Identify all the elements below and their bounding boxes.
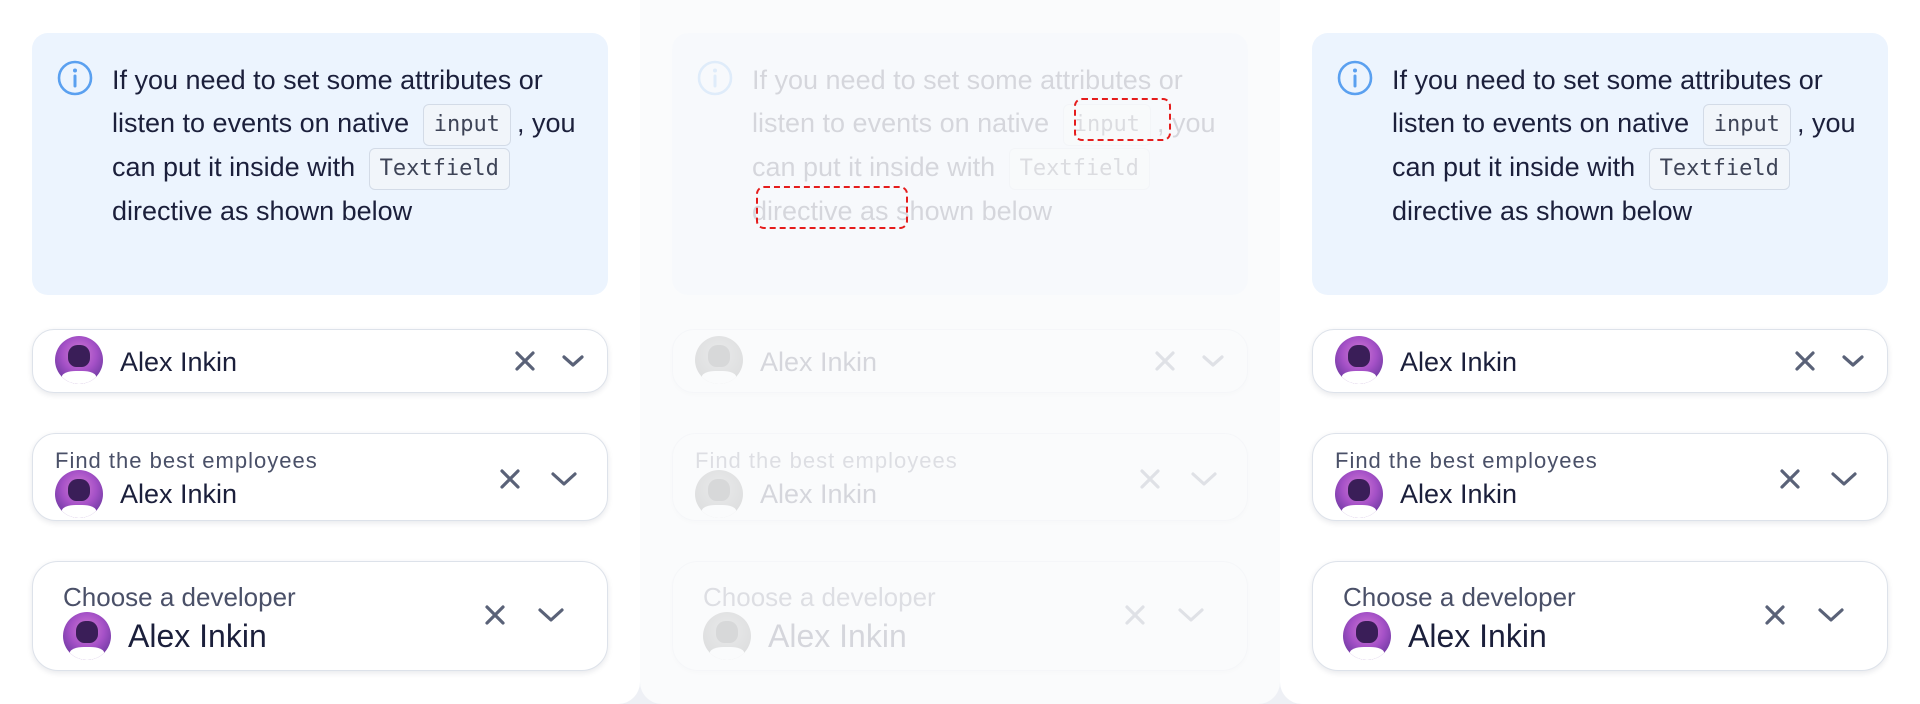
panel-right: If you need to set some attributes or li… bbox=[1280, 0, 1920, 704]
notice-text: If you need to set some attributes or li… bbox=[1392, 59, 1872, 233]
chevron-down-icon bbox=[1191, 472, 1217, 486]
select-field-basic: Alex Inkin bbox=[672, 329, 1248, 393]
info-notice: If you need to set some attributes or li… bbox=[1312, 33, 1888, 295]
select-value: Alex Inkin bbox=[1400, 479, 1518, 509]
dropdown-button[interactable] bbox=[546, 461, 582, 497]
clear-button[interactable] bbox=[1772, 461, 1808, 497]
notice-line-end: directive as shown below bbox=[1392, 196, 1693, 226]
chevron-down-icon bbox=[1818, 608, 1844, 622]
select-value: Alex Inkin bbox=[1408, 618, 1547, 654]
dropdown-button[interactable] bbox=[1835, 343, 1871, 379]
code-input: input bbox=[422, 104, 511, 146]
select-value: Alex Inkin bbox=[120, 479, 238, 509]
dropdown-button bbox=[1195, 343, 1231, 379]
code-textfield: Textfield bbox=[1648, 148, 1790, 190]
select-value: Alex Inkin bbox=[760, 479, 878, 509]
avatar bbox=[703, 612, 751, 660]
info-notice: If you need to set some attributes or li… bbox=[32, 33, 608, 295]
select-value: Alex Inkin bbox=[768, 618, 907, 654]
chevron-down-icon bbox=[1831, 472, 1857, 486]
close-icon bbox=[500, 469, 520, 489]
code-textfield: Textfield bbox=[1008, 148, 1150, 190]
avatar bbox=[55, 470, 103, 518]
avatar bbox=[695, 336, 743, 384]
select-field-labeled-small: Find the best employees Alex Inkin bbox=[672, 433, 1248, 521]
avatar bbox=[695, 470, 743, 518]
error-outline-textfield bbox=[756, 186, 908, 229]
select-field-labeled-large[interactable]: Choose a developer Alex Inkin bbox=[1312, 561, 1888, 671]
select-field-labeled-large: Choose a developer Alex Inkin bbox=[672, 561, 1248, 671]
clear-button bbox=[1132, 461, 1168, 497]
info-icon bbox=[1337, 60, 1373, 96]
select-field-labeled-large[interactable]: Choose a developer Alex Inkin bbox=[32, 561, 608, 671]
chevron-down-icon bbox=[538, 608, 564, 622]
dropdown-button[interactable] bbox=[533, 597, 569, 633]
avatar bbox=[63, 612, 111, 660]
field-label: Find the best employees bbox=[55, 448, 318, 473]
select-value: Alex Inkin bbox=[760, 347, 878, 377]
close-icon bbox=[1780, 469, 1800, 489]
avatar bbox=[1335, 470, 1383, 518]
close-icon bbox=[1140, 469, 1160, 489]
select-value: Alex Inkin bbox=[120, 347, 238, 377]
dropdown-button bbox=[1186, 461, 1222, 497]
avatar bbox=[55, 336, 103, 384]
panel-middle-disabled: If you need to set some attributes or li… bbox=[640, 0, 1280, 704]
notice-line-end: directive as shown below bbox=[112, 196, 413, 226]
field-label: Choose a developer bbox=[703, 582, 936, 612]
close-icon bbox=[1765, 605, 1785, 625]
clear-button[interactable] bbox=[492, 461, 528, 497]
close-icon bbox=[1125, 605, 1145, 625]
info-icon bbox=[57, 60, 93, 96]
code-textfield: Textfield bbox=[368, 148, 510, 190]
dropdown-button[interactable] bbox=[555, 343, 591, 379]
clear-button[interactable] bbox=[1757, 597, 1793, 633]
error-outline-input bbox=[1074, 98, 1171, 141]
close-icon bbox=[1795, 351, 1815, 371]
close-icon bbox=[485, 605, 505, 625]
chevron-down-icon bbox=[1202, 355, 1224, 367]
close-icon bbox=[515, 351, 535, 371]
panel-left: If you need to set some attributes or li… bbox=[0, 0, 640, 704]
dropdown-button[interactable] bbox=[1813, 597, 1849, 633]
info-notice: If you need to set some attributes or li… bbox=[672, 33, 1248, 295]
clear-button bbox=[1147, 343, 1183, 379]
field-label: Find the best employees bbox=[1335, 448, 1598, 473]
field-label: Choose a developer bbox=[63, 582, 296, 612]
chevron-down-icon bbox=[1178, 608, 1204, 622]
chevron-down-icon bbox=[562, 355, 584, 367]
code-input: input bbox=[1702, 104, 1791, 146]
dropdown-button bbox=[1173, 597, 1209, 633]
dropdown-button[interactable] bbox=[1826, 461, 1862, 497]
avatar bbox=[1335, 336, 1383, 384]
chevron-down-icon bbox=[1842, 355, 1864, 367]
chevron-down-icon bbox=[551, 472, 577, 486]
info-icon bbox=[697, 60, 733, 96]
clear-button[interactable] bbox=[507, 343, 543, 379]
select-field-labeled-small[interactable]: Find the best employees Alex Inkin bbox=[32, 433, 608, 521]
clear-button[interactable] bbox=[1787, 343, 1823, 379]
select-field-basic[interactable]: Alex Inkin bbox=[32, 329, 608, 393]
avatar bbox=[1343, 612, 1391, 660]
field-label: Find the best employees bbox=[695, 448, 958, 473]
close-icon bbox=[1155, 351, 1175, 371]
select-value: Alex Inkin bbox=[128, 618, 267, 654]
clear-button[interactable] bbox=[477, 597, 513, 633]
select-value: Alex Inkin bbox=[1400, 347, 1518, 377]
clear-button bbox=[1117, 597, 1153, 633]
select-field-basic[interactable]: Alex Inkin bbox=[1312, 329, 1888, 393]
select-field-labeled-small[interactable]: Find the best employees Alex Inkin bbox=[1312, 433, 1888, 521]
notice-text: If you need to set some attributes or li… bbox=[112, 59, 592, 233]
field-label: Choose a developer bbox=[1343, 582, 1576, 612]
